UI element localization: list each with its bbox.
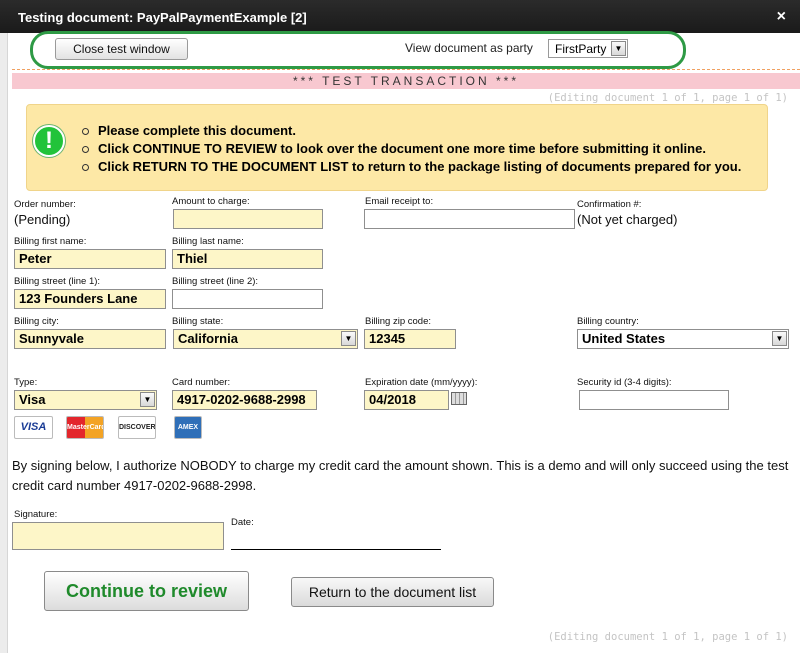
continue-to-review-button[interactable]: Continue to review: [44, 571, 249, 611]
street1-label: Billing street (line 1):: [14, 276, 101, 287]
instruction-item: Please complete this document.: [82, 122, 741, 140]
chevron-down-icon[interactable]: ▼: [140, 392, 155, 407]
state-label: Billing state:: [172, 316, 224, 327]
city-label: Billing city:: [14, 316, 59, 327]
card-type-label: Type:: [14, 377, 38, 388]
country-select[interactable]: United States ▼: [577, 329, 789, 349]
test-transaction-banner: *** TEST TRANSACTION ***: [12, 73, 800, 89]
card-number-input[interactable]: 4917-0202-9688-2998: [172, 390, 317, 410]
divider: [12, 69, 800, 70]
email-receipt-input[interactable]: [364, 209, 575, 229]
instruction-item: Click CONTINUE TO REVIEW to look over th…: [82, 140, 741, 158]
last-name-input[interactable]: Thiel: [172, 249, 323, 269]
amount-label: Amount to charge:: [172, 196, 250, 207]
background-page-edge: [0, 33, 8, 653]
expiration-label: Expiration date (mm/yyyy):: [365, 377, 478, 388]
order-number-label: Order number:: [14, 199, 76, 210]
instruction-item: Click RETURN TO THE DOCUMENT LIST to ret…: [82, 158, 741, 176]
chevron-down-icon[interactable]: ▼: [611, 41, 626, 56]
order-number-value: (Pending): [14, 212, 71, 227]
first-name-input[interactable]: Peter: [14, 249, 166, 269]
amount-input[interactable]: [173, 209, 323, 229]
email-receipt-label: Email receipt to:: [365, 196, 434, 207]
state-select-value: California: [178, 331, 238, 346]
zip-label: Billing zip code:: [365, 316, 432, 327]
editing-note-top: (Editing document 1 of 1, page 1 of 1): [547, 92, 788, 104]
security-id-label: Security id (3-4 digits):: [577, 377, 672, 388]
card-number-label: Card number:: [172, 377, 231, 388]
party-select[interactable]: FirstParty ▼: [548, 39, 628, 58]
state-select[interactable]: California ▼: [173, 329, 358, 349]
chevron-down-icon[interactable]: ▼: [341, 331, 356, 346]
date-line: [231, 549, 441, 550]
chevron-down-icon[interactable]: ▼: [772, 331, 787, 346]
mastercard-logo-icon: MasterCard: [66, 416, 104, 439]
last-name-label: Billing last name:: [172, 236, 244, 247]
first-name-label: Billing first name:: [14, 236, 87, 247]
country-label: Billing country:: [577, 316, 639, 327]
visa-logo-icon: VISA: [14, 416, 53, 439]
street2-input[interactable]: [172, 289, 323, 309]
confirmation-label: Confirmation #:: [577, 199, 642, 210]
street1-input[interactable]: 123 Founders Lane: [14, 289, 166, 309]
editing-note-bottom: (Editing document 1 of 1, page 1 of 1): [547, 631, 788, 643]
instructions-list: Please complete this document. Click CON…: [82, 122, 741, 176]
close-icon[interactable]: ×: [777, 8, 786, 26]
city-input[interactable]: Sunnyvale: [14, 329, 166, 349]
expiration-input[interactable]: 04/2018: [364, 390, 449, 410]
security-id-input[interactable]: [579, 390, 729, 410]
window-title: Testing document: PayPalPaymentExample […: [18, 10, 307, 25]
signature-label: Signature:: [14, 509, 58, 520]
discover-logo-icon: DISCOVER: [118, 416, 156, 439]
return-to-document-list-button[interactable]: Return to the document list: [291, 577, 494, 607]
card-type-value: Visa: [19, 392, 46, 407]
calendar-icon[interactable]: [451, 392, 467, 405]
view-as-party-label: View document as party: [405, 41, 533, 55]
date-label: Date:: [231, 517, 254, 528]
signature-input[interactable]: [12, 522, 224, 550]
amex-logo-icon: AMEX: [174, 416, 202, 439]
street2-label: Billing street (line 2):: [172, 276, 259, 287]
authorization-text: By signing below, I authorize NOBODY to …: [12, 458, 789, 493]
close-test-window-button[interactable]: Close test window: [55, 38, 188, 60]
country-select-value: United States: [582, 331, 666, 346]
window-title-bar: Testing document: PayPalPaymentExample […: [0, 0, 800, 33]
zip-input[interactable]: 12345: [364, 329, 456, 349]
exclamation-icon: !: [33, 125, 65, 157]
card-type-select[interactable]: Visa ▼: [14, 390, 157, 410]
confirmation-value: (Not yet charged): [577, 212, 678, 227]
party-select-value: FirstParty: [555, 42, 607, 56]
